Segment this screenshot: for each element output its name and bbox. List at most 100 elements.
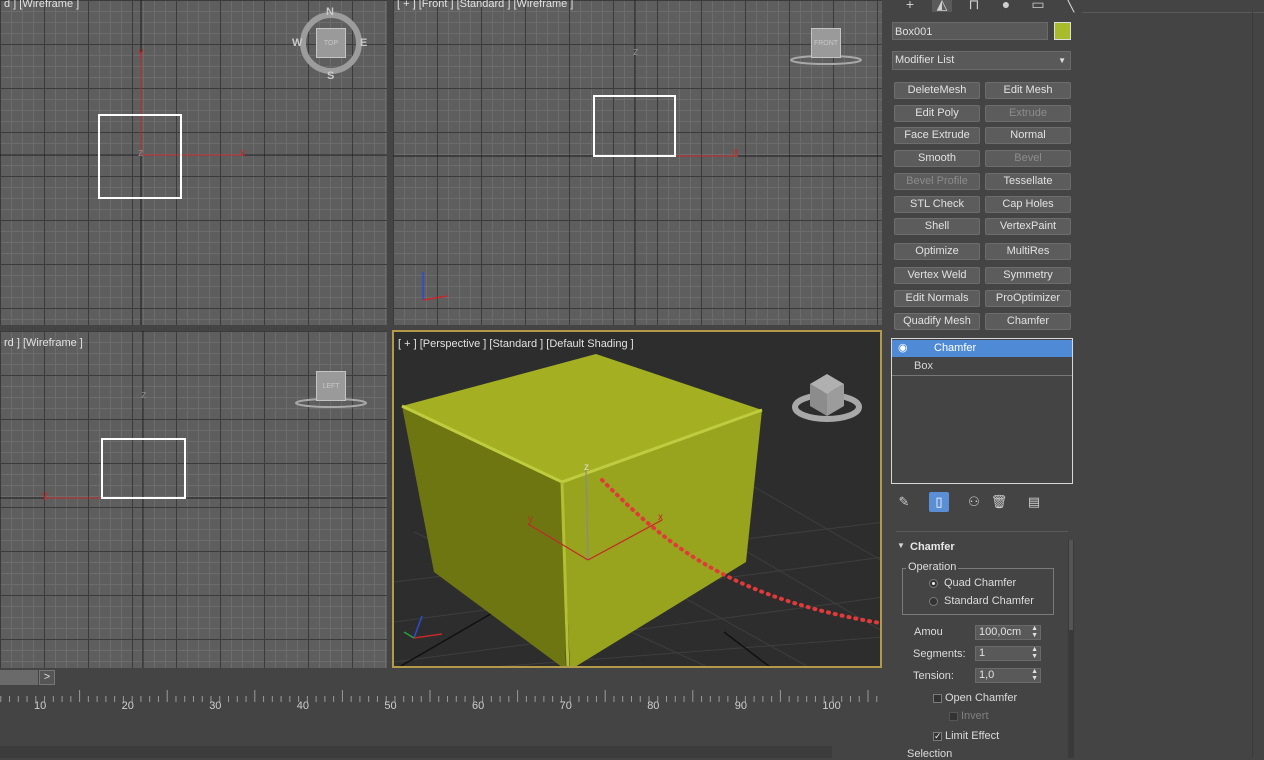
trash-icon[interactable]: 🗑	[989, 492, 1009, 512]
modifier-list-dropdown[interactable]: Modifier List ▼	[892, 51, 1071, 70]
amount-spinner[interactable]: 100,0cm ▲ ▼	[975, 625, 1041, 640]
time-tick-label: 20	[121, 700, 134, 712]
next-frame-button[interactable]: >	[39, 670, 55, 685]
rollout-title[interactable]: Chamfer	[910, 541, 955, 553]
operation-group	[902, 568, 1054, 615]
modifier-button-stl-check[interactable]: STL Check	[894, 196, 980, 213]
viewcube-left[interactable]: LEFT	[294, 371, 368, 411]
limit-effect-label: Limit Effect	[945, 730, 1000, 742]
viewport-perspective[interactable]: [ + ] [Perspective ] [Standard ] [Defaul…	[392, 330, 882, 668]
modifier-button-edit-normals[interactable]: Edit Normals	[894, 290, 980, 307]
segments-value: 1	[979, 647, 986, 659]
viewcube-front[interactable]: FRONT	[789, 28, 863, 68]
standard-chamfer-radio[interactable]	[929, 597, 938, 606]
axis-z-label: z	[584, 462, 589, 473]
modifier-button-vertex-weld[interactable]: Vertex Weld	[894, 267, 980, 284]
command-panel: + ◭ ⊓ ● ▭ ╲ Box001 Modifier List ▼ Delet…	[882, 0, 1082, 760]
stack-item-box[interactable]: Box	[892, 358, 1072, 376]
hierarchy-tab-icon[interactable]: ⊓	[964, 0, 984, 12]
viewcube-left-face[interactable]: LEFT	[316, 371, 346, 401]
invert-checkbox[interactable]	[949, 712, 958, 721]
spinner-arrows-icon[interactable]: ▲ ▼	[1031, 668, 1038, 682]
utilities-tab-icon[interactable]: ╲	[1060, 0, 1080, 12]
viewport-top[interactable]: d ] [Wireframe ] y x z TOP N S E W	[0, 0, 387, 325]
modifier-button-multires[interactable]: MultiRes	[985, 243, 1071, 260]
modifier-button-extrude[interactable]: Extrude	[985, 105, 1071, 122]
timeline[interactable]: > 10 20 30 40 50 60 70 80 90 100	[0, 668, 882, 758]
modifier-button-tessellate[interactable]: Tessellate	[985, 173, 1071, 190]
open-chamfer-label: Open Chamfer	[945, 692, 1018, 704]
modifier-button-vertexpaint[interactable]: VertexPaint	[985, 218, 1071, 235]
modifier-button-optimize[interactable]: Optimize	[894, 243, 980, 260]
axis-y-label: y	[528, 514, 533, 525]
segments-spinner[interactable]: 1 ▲ ▼	[975, 646, 1041, 661]
time-tick-label: 90	[734, 700, 748, 712]
modifier-button-bevel-profile[interactable]: Bevel Profile	[894, 173, 980, 190]
panel-scrollbar[interactable]	[1068, 540, 1074, 758]
collapse-icon[interactable]: ▼	[897, 541, 905, 550]
configure-modifier-sets-icon[interactable]: ▤	[1024, 492, 1044, 512]
modifier-list-label: Modifier List	[895, 54, 955, 66]
invert-label: Invert	[961, 710, 989, 722]
right-empty-area	[1082, 0, 1264, 758]
axis-y-label: y	[138, 46, 144, 58]
show-end-result-icon[interactable]: ▯	[929, 492, 949, 512]
stack-item-label: Box	[914, 360, 933, 372]
eye-icon[interactable]: ◉	[898, 340, 908, 357]
axis-x-label: x	[733, 146, 739, 158]
amount-label: Amou	[914, 626, 943, 638]
modifier-button-smooth[interactable]: Smooth	[894, 150, 980, 167]
modifier-button-quadify-mesh[interactable]: Quadify Mesh	[894, 313, 980, 330]
pin-stack-icon[interactable]: ✎	[894, 492, 914, 512]
object-color-swatch[interactable]	[1054, 22, 1071, 40]
modifier-button-deletemesh[interactable]: DeleteMesh	[894, 82, 980, 99]
modify-tab-icon[interactable]: ◭	[932, 0, 952, 12]
modifier-button-edit-poly[interactable]: Edit Poly	[894, 105, 980, 122]
tension-value: 1,0	[979, 669, 995, 681]
modifier-button-cap-holes[interactable]: Cap Holes	[985, 196, 1071, 213]
time-tick-label: 100	[822, 700, 841, 712]
axis-z-label: z	[138, 147, 144, 159]
spinner-arrows-icon[interactable]: ▲ ▼	[1031, 625, 1038, 639]
axis-x-label: x	[240, 147, 246, 159]
stack-item-chamfer[interactable]: ◉ Chamfer	[892, 340, 1072, 357]
open-chamfer-checkbox[interactable]	[933, 694, 942, 703]
operation-group-title: Operation	[906, 561, 959, 573]
quad-chamfer-radio[interactable]	[929, 579, 938, 588]
status-bar	[0, 746, 832, 758]
axis-y-label: y	[42, 489, 48, 501]
modifier-button-symmetry[interactable]: Symmetry	[985, 267, 1071, 284]
time-tick-label: 60	[472, 700, 485, 712]
viewcube-top-face[interactable]: TOP	[316, 28, 346, 58]
time-slider[interactable]	[0, 670, 38, 685]
make-unique-icon[interactable]: ⚇	[964, 492, 984, 512]
tension-spinner[interactable]: 1,0 ▲ ▼	[975, 668, 1041, 683]
compass-west: W	[292, 37, 303, 49]
create-tab-icon[interactable]: +	[900, 0, 920, 12]
standard-chamfer-label: Standard Chamfer	[944, 595, 1034, 607]
viewport-front[interactable]: [ + ] [Front ] [Standard ] [Wireframe ] …	[393, 0, 882, 325]
display-tab-icon[interactable]: ▭	[1028, 0, 1048, 12]
viewcube-top[interactable]: TOP N S E W	[292, 6, 368, 82]
limit-effect-checkbox[interactable]: ✓	[933, 732, 942, 741]
modifier-button-normal[interactable]: Normal	[985, 127, 1071, 144]
modifier-button-shell[interactable]: Shell	[894, 218, 980, 235]
axis-z-label: z	[141, 389, 147, 401]
modifier-button-chamfer[interactable]: Chamfer	[985, 313, 1071, 330]
selection-group-title: Selection	[907, 748, 953, 760]
modifier-button-face-extrude[interactable]: Face Extrude	[894, 127, 980, 144]
segments-label: Segments:	[913, 648, 966, 660]
tension-label: Tension:	[913, 670, 954, 682]
spinner-arrows-icon[interactable]: ▲ ▼	[1031, 646, 1038, 660]
viewcube-perspective[interactable]	[792, 362, 862, 428]
viewcube-front-face[interactable]: FRONT	[811, 28, 841, 58]
modifier-button-bevel[interactable]: Bevel	[985, 150, 1071, 167]
modifier-button-prooptimizer[interactable]: ProOptimizer	[985, 290, 1071, 307]
object-name-field[interactable]: Box001	[892, 22, 1048, 40]
modifier-stack[interactable]: ◉ Chamfer Box	[891, 338, 1073, 484]
viewport-left[interactable]: rd ] [Wireframe ] z y LEFT	[0, 331, 387, 668]
time-tick-label: 80	[647, 700, 660, 712]
motion-tab-icon[interactable]: ●	[996, 0, 1016, 12]
modifier-button-edit-mesh[interactable]: Edit Mesh	[985, 82, 1071, 99]
compass-east: E	[360, 37, 368, 49]
